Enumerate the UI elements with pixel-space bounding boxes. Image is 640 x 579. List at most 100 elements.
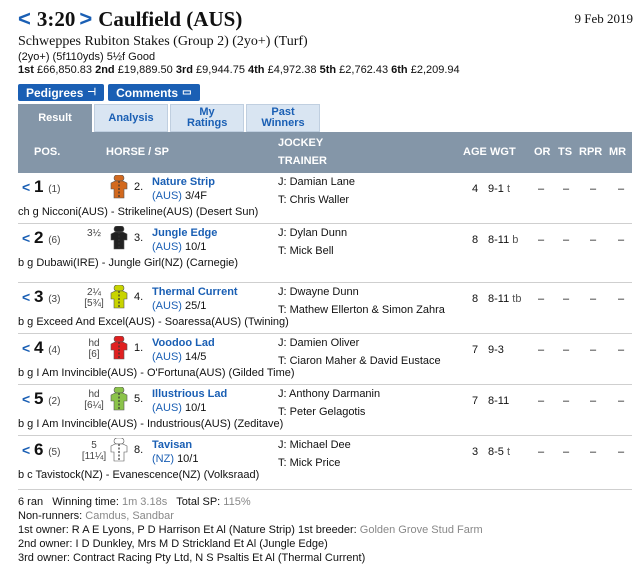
headgear: b — [512, 234, 519, 246]
pedigrees-button[interactable]: Pedigrees ⊣ — [18, 84, 105, 101]
topspeed-rating: – — [563, 234, 570, 246]
trainer-name[interactable]: T: Chris Waller — [278, 193, 355, 211]
third-owner: 3rd owner: Contract Racing Pty Ltd, N S … — [18, 552, 366, 564]
table-row: < 2 (6) 3½ 3. Jungle Edge (AUS) 10/1 J: … — [18, 224, 632, 283]
draw-number: (2) — [48, 396, 61, 407]
distance-beaten: hd [6¼] — [80, 389, 108, 411]
horse-name-link[interactable]: Illustrious Lad — [152, 388, 227, 400]
first-breeder[interactable]: Golden Grove Stud Farm — [360, 524, 483, 536]
topspeed-rating: – — [563, 183, 570, 195]
table-row: < 6 (5) 5 [11¼] 8. Tavisan (NZ) 10/1 J: M… — [18, 436, 632, 490]
prize-label: 4th — [248, 64, 265, 76]
expand-row-icon[interactable]: < — [22, 289, 30, 305]
starting-price: 14/5 — [185, 351, 207, 363]
horse-cell: Thermal Current (AUS) 25/1 — [152, 285, 238, 313]
jockey-name[interactable]: J: Dwayne Dunn — [278, 285, 445, 303]
my-rating: – — [618, 344, 625, 356]
next-race-arrow-icon[interactable]: > — [79, 8, 92, 30]
distance-cumulative: [6¼] — [84, 400, 104, 411]
prize-money: 1st £66,850.83 2nd £19,889.50 3rd £9,944… — [18, 64, 460, 76]
horse-age: 8 — [472, 234, 479, 246]
saddle-cloth-number: 5. — [134, 393, 144, 405]
table-row: < 3 (3) 2¼ [5¾] 4. Thermal Current (AUS) … — [18, 283, 632, 334]
result-tabs: Result Analysis My Ratings Past Winners — [18, 104, 322, 132]
tab-my-ratings-label: My Ratings — [187, 106, 228, 129]
table-row: < 1 (1) 2. Nature Strip (AUS) 3/4F J: Da… — [18, 173, 632, 224]
jockey-name[interactable]: J: Michael Dee — [278, 438, 351, 456]
race-header: < 3:20 > Caulfield (AUS) 9 Feb 2019 — [18, 6, 633, 32]
prev-race-arrow-icon[interactable]: < — [18, 8, 31, 30]
horse-name-link[interactable]: Nature Strip — [152, 176, 215, 188]
topspeed-rating: – — [563, 293, 570, 305]
trainer-name[interactable]: T: Mick Price — [278, 456, 351, 474]
position-number: 4 — [34, 338, 44, 357]
finish-position: 3 (3) — [34, 287, 60, 307]
expand-row-icon[interactable]: < — [22, 442, 30, 458]
horse-cell: Jungle Edge (AUS) 10/1 — [152, 226, 217, 254]
horse-cell: Illustrious Lad (AUS) 10/1 — [152, 387, 227, 415]
official-rating: – — [538, 293, 545, 305]
trainer-name[interactable]: T: Ciaron Maher & David Eustace — [278, 354, 441, 372]
table-row: < 5 (2) hd [6¼] 5. Illustrious Lad (AUS) … — [18, 385, 632, 436]
winning-time: 1m 3.18s — [121, 496, 168, 508]
my-rating: – — [618, 395, 625, 407]
tab-analysis[interactable]: Analysis — [94, 104, 168, 132]
action-buttons: Pedigrees ⊣ Comments ▭ — [18, 84, 200, 101]
col-or: OR — [534, 146, 551, 158]
col-ts: TS — [558, 146, 573, 158]
jockey-trainer-cell: J: Dylan Dunn T: Mick Bell — [278, 226, 347, 262]
jockey-name[interactable]: J: Damien Oliver — [278, 336, 441, 354]
rpr-rating: – — [590, 183, 597, 195]
my-rating: – — [618, 293, 625, 305]
horse-country: (AUS) — [152, 190, 182, 202]
headgear: t — [506, 183, 511, 195]
prize-value: £19,889.50 — [117, 64, 173, 76]
weight: 9-1 — [488, 183, 504, 195]
my-rating: – — [618, 234, 625, 246]
jockey-trainer-cell: J: Anthony Darmanin T: Peter Gelagotis — [278, 387, 380, 423]
non-runners-list[interactable]: Camdus, Sandbar — [85, 510, 174, 522]
jockey-name[interactable]: J: Damian Lane — [278, 175, 355, 193]
horse-country: (NZ) — [152, 453, 174, 465]
race-conditions: (2yo+) (5f110yds) 5½f Good — [18, 51, 156, 63]
trainer-name[interactable]: T: Peter Gelagotis — [278, 405, 380, 423]
first-owner: 1st owner: R A E Lyons, P D Harrison Et … — [18, 524, 483, 536]
tab-my-ratings[interactable]: My Ratings — [170, 104, 244, 132]
starting-price: 3/4F — [185, 190, 208, 202]
official-rating: – — [538, 344, 545, 356]
jockey-name[interactable]: J: Dylan Dunn — [278, 226, 347, 244]
expand-row-icon[interactable]: < — [22, 230, 30, 246]
prize-value: £4,972.38 — [267, 64, 317, 76]
horse-age: 3 — [472, 446, 479, 458]
jockey-silks-icon — [110, 387, 128, 411]
distance-margin: 3½ — [87, 228, 101, 239]
distance-beaten: 3½ — [80, 228, 108, 239]
distance-margin: hd — [88, 338, 100, 349]
horse-cell: Voodoo Lad (AUS) 14/5 — [152, 336, 215, 364]
jockey-silks-icon — [110, 226, 128, 250]
position-number: 3 — [34, 287, 44, 306]
tab-result[interactable]: Result — [18, 104, 92, 132]
prize-value: £2,209.94 — [410, 64, 460, 76]
race-time: 3:20 — [36, 6, 76, 31]
expand-row-icon[interactable]: < — [22, 391, 30, 407]
headgear: t — [506, 446, 511, 458]
horse-name-link[interactable]: Tavisan — [152, 439, 192, 451]
expand-row-icon[interactable]: < — [22, 340, 30, 356]
position-number: 2 — [34, 228, 44, 247]
finish-position: 2 (6) — [34, 228, 60, 248]
jockey-name[interactable]: J: Anthony Darmanin — [278, 387, 380, 405]
tab-past-winners[interactable]: Past Winners — [246, 104, 320, 132]
prize-label: 6th — [391, 64, 408, 76]
trainer-name[interactable]: T: Mathew Ellerton & Simon Zahra — [278, 303, 445, 321]
comments-button[interactable]: Comments ▭ — [108, 84, 200, 101]
horse-cell: Tavisan (NZ) 10/1 — [152, 438, 198, 466]
horse-name-link[interactable]: Voodoo Lad — [152, 337, 215, 349]
horse-country: (AUS) — [152, 241, 182, 253]
trainer-name[interactable]: T: Mick Bell — [278, 244, 347, 262]
horse-name-link[interactable]: Jungle Edge — [152, 227, 217, 239]
horse-name-link[interactable]: Thermal Current — [152, 286, 238, 298]
pedigree-line: b g I Am Invincible(AUS) - Industrious(A… — [18, 418, 284, 430]
weight: 9-3 — [488, 344, 504, 356]
expand-row-icon[interactable]: < — [22, 179, 30, 195]
